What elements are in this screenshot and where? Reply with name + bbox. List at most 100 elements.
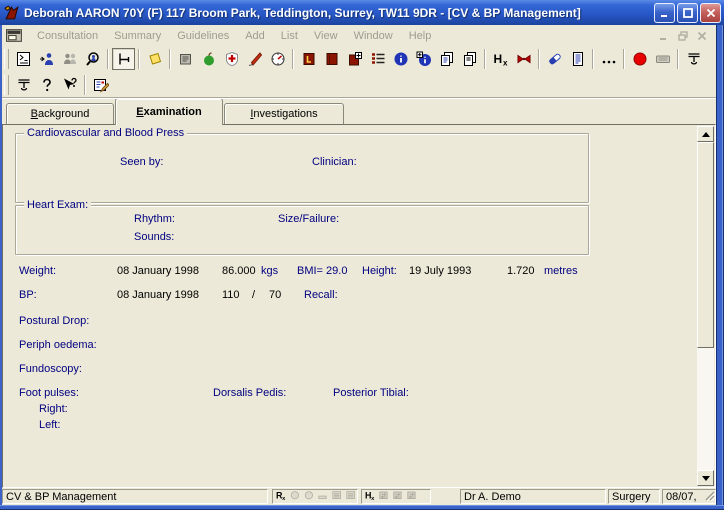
size-failure-label[interactable]: Size/Failure: [278,213,339,225]
separator [84,75,86,95]
red-book-add-icon[interactable] [343,48,366,70]
prescription-pad-icon[interactable] [566,48,589,70]
tab-examination-accel: E [136,106,143,118]
info-add-icon[interactable] [412,48,435,70]
weight-label[interactable]: Weight: [19,265,56,277]
minimize-button[interactable] [654,3,675,23]
weight-value[interactable]: 86.000 [222,265,256,277]
separator [292,49,294,69]
tab-background[interactable]: Background [6,103,114,124]
tab-examination-label: xamination [144,106,202,118]
scrollbar-thumb[interactable] [697,142,714,348]
toolbar-grip[interactable] [4,49,9,69]
red-list-icon[interactable] [366,48,389,70]
bp-diastolic[interactable]: 70 [269,289,281,301]
menu-item-guidelines[interactable]: Guidelines [169,28,237,44]
scroll-down-button[interactable] [697,470,714,486]
heart-exam-group: Heart Exam: Rhythm: Size/Failure: Sounds… [15,205,589,255]
child-window-icon[interactable] [6,28,23,43]
help-icon[interactable] [35,74,58,96]
scroll-up-button[interactable] [697,126,714,142]
history-hx-icon[interactable]: Hx [489,48,512,70]
menu-item-consultation[interactable]: Consultation [29,28,106,44]
weight-date[interactable]: 08 January 1998 [117,265,199,277]
foot-pulses-label[interactable]: Foot pulses: [19,387,79,399]
bp-date[interactable]: 08 January 1998 [117,289,199,301]
menu-item-summary[interactable]: Summary [106,28,169,44]
vertical-scrollbar[interactable] [697,126,714,486]
height-value[interactable]: 1.720 [507,265,535,277]
menu-item-help[interactable]: Help [401,28,440,44]
status-context-text: CV & BP Management [6,491,116,503]
periph-oedema-label[interactable]: Periph oedema: [19,339,97,351]
foot-pulses-left-label[interactable]: Left: [39,419,60,431]
menu-item-window[interactable]: Window [346,28,401,44]
tab-investigations[interactable]: Investigations [224,103,344,124]
height-label[interactable]: Height: [362,265,397,277]
application-window: Deborah AARON 70Y (F) 117 Broom Park, Te… [0,0,724,510]
exam-couch-icon[interactable] [112,48,135,70]
resize-grip[interactable] [703,489,715,504]
separator [484,49,486,69]
status-doctor-text: Dr A. Demo [464,491,521,503]
drip-stand-icon[interactable] [12,74,35,96]
copy-pages-special-icon[interactable] [435,48,458,70]
tab-strip: Background Examination Investigations [2,97,716,124]
postural-drop-label[interactable]: Postural Drop: [19,315,89,327]
patients-icon[interactable] [58,48,81,70]
separator [538,49,540,69]
maximize-button[interactable] [677,3,698,23]
ellipsis-icon[interactable] [597,48,620,70]
mdi-close-button[interactable] [693,28,710,43]
foot-pulses-right-label[interactable]: Right: [39,403,68,415]
context-help-icon[interactable] [58,74,81,96]
fundoscopy-label[interactable]: Fundoscopy: [19,363,82,375]
menu-item-view[interactable]: View [306,28,346,44]
clinician-label[interactable]: Clinician: [312,156,357,168]
ledger-icon[interactable] [297,48,320,70]
gauge-icon[interactable] [266,48,289,70]
mdi-minimize-button[interactable] [655,28,672,43]
seen-by-label[interactable]: Seen by: [120,156,163,168]
window-title: Deborah AARON 70Y (F) 117 Broom Park, Te… [24,6,652,20]
shield-cross-icon[interactable] [220,48,243,70]
bowtie-icon[interactable] [512,48,535,70]
recall-label[interactable]: Recall: [304,289,338,301]
bp-slash: / [252,289,255,301]
drip-stand-icon[interactable] [682,48,705,70]
window-border-bottom [0,505,724,510]
height-date[interactable]: 19 July 1993 [409,265,471,277]
app-icon [4,4,21,21]
panel-lines-icon [346,490,358,503]
find-patient-icon[interactable] [81,48,104,70]
menu-item-list[interactable]: List [273,28,306,44]
up-arrow-icon [702,132,710,137]
select-patient-icon[interactable] [35,48,58,70]
tab-examination[interactable]: Examination [115,98,223,125]
separator [677,49,679,69]
keyboard-icon[interactable] [651,48,674,70]
mdi-window-controls [653,28,716,43]
secondary-toolbar-buttons [12,74,112,96]
form-edit-icon[interactable] [89,74,112,96]
copy-pages-icon[interactable] [458,48,481,70]
red-book-icon[interactable] [320,48,343,70]
toolbar-grip[interactable] [4,75,9,95]
sticky-note-icon[interactable] [143,48,166,70]
rhythm-label[interactable]: Rhythm: [134,213,175,225]
bp-label[interactable]: BP: [19,289,37,301]
sounds-label[interactable]: Sounds: [134,231,174,243]
cycle-icon [393,490,406,503]
title-bar[interactable]: Deborah AARON 70Y (F) 117 Broom Park, Te… [0,0,724,25]
bp-pen-icon[interactable] [243,48,266,70]
menu-item-add[interactable]: Add [237,28,273,44]
close-button[interactable] [700,3,721,23]
bp-systolic[interactable]: 110 [222,289,240,301]
record-icon[interactable] [628,48,651,70]
mdi-restore-button[interactable] [674,28,691,43]
script-icon[interactable] [12,48,35,70]
pill-icon[interactable] [543,48,566,70]
info-icon[interactable] [389,48,412,70]
apple-icon[interactable] [197,48,220,70]
journal-icon[interactable] [174,48,197,70]
